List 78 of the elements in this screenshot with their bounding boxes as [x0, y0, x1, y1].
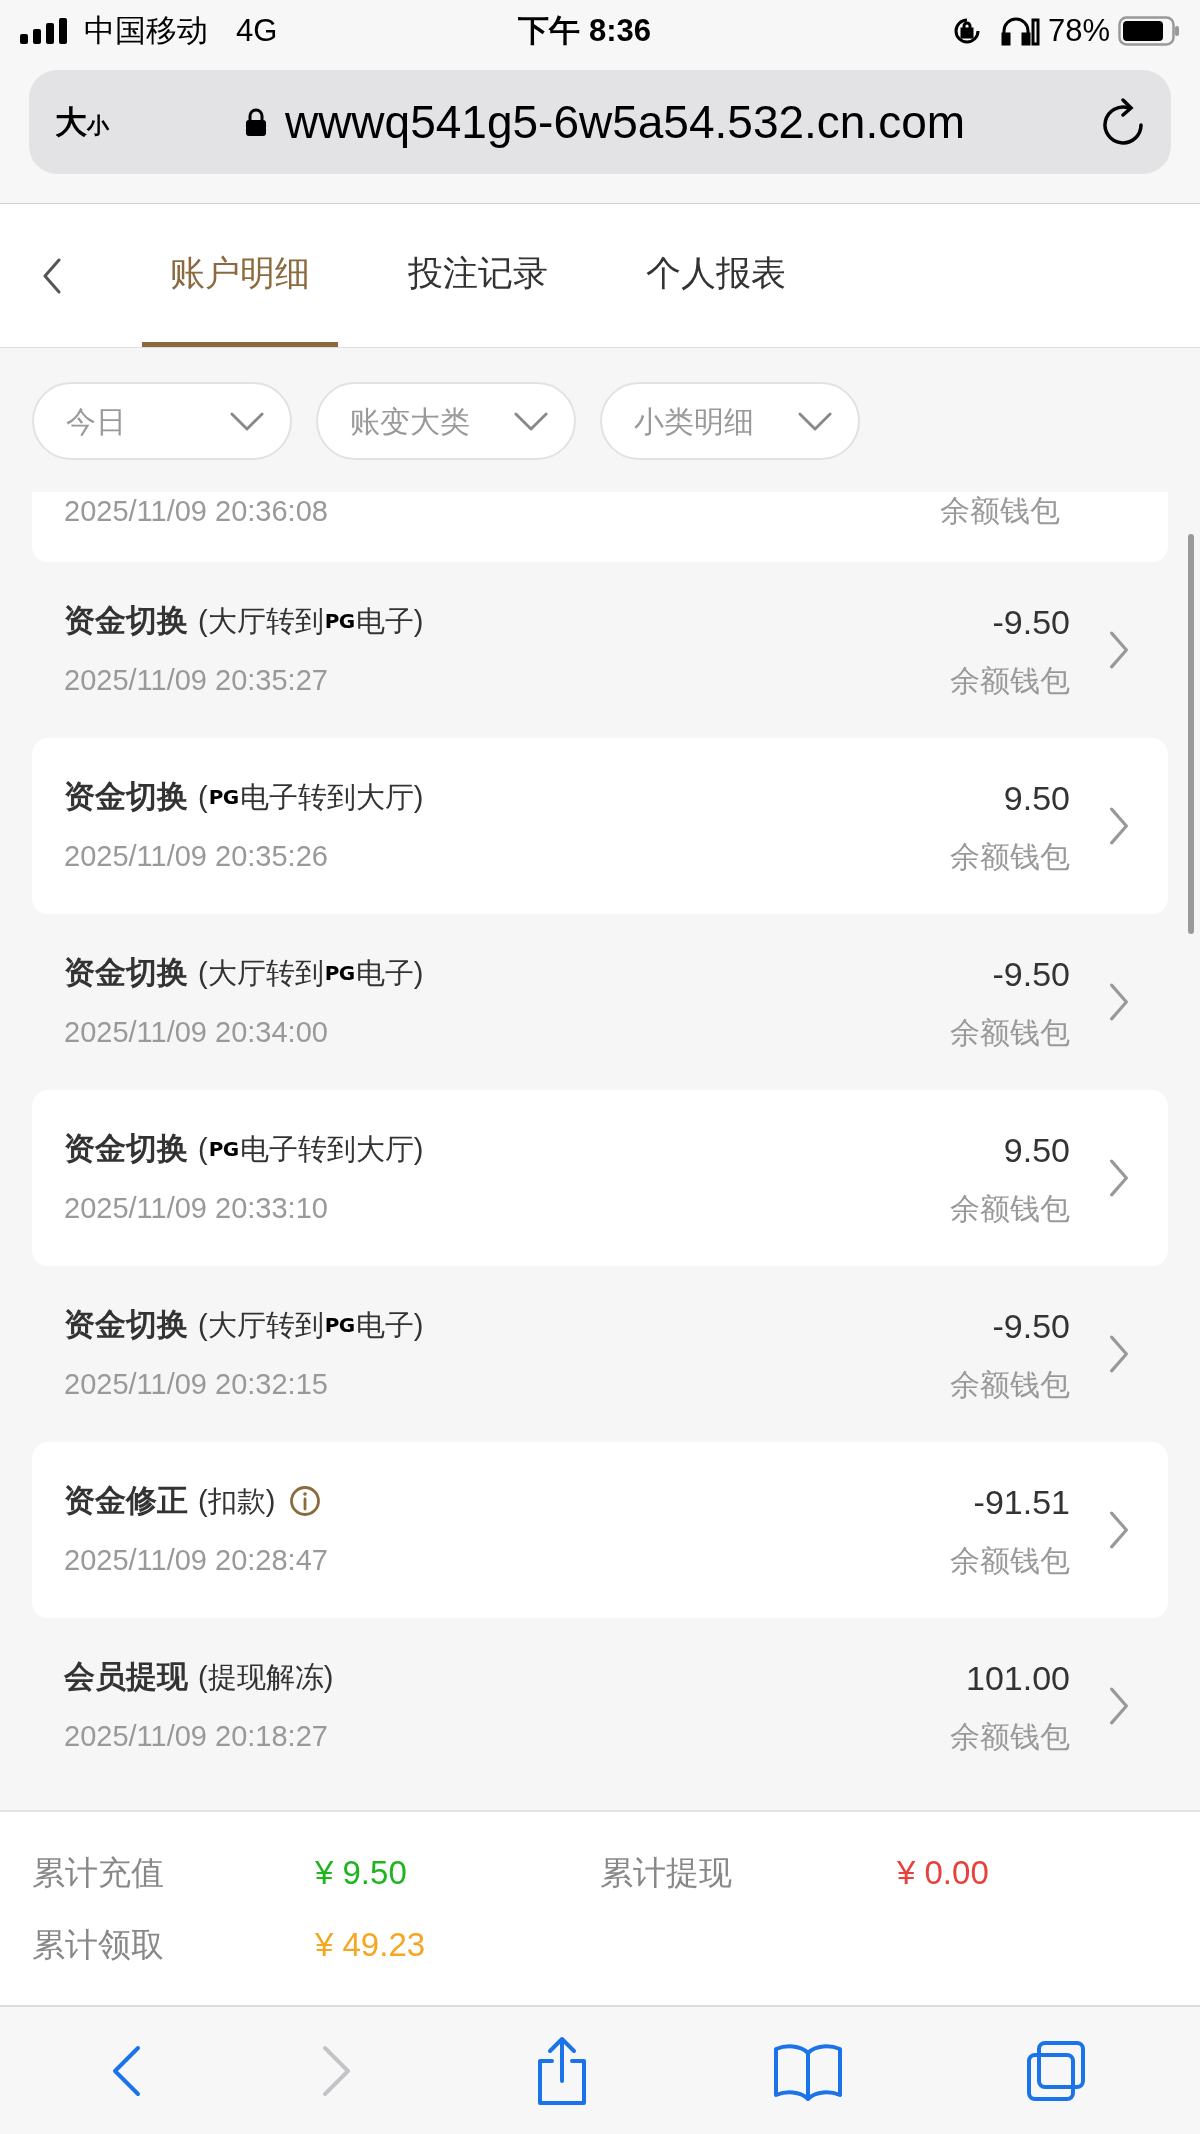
caret-icon — [798, 411, 832, 431]
record-row[interactable]: 会员提现 (提现解冻) 2025/11/09 20:18:27 101.00 余额钱包 — [32, 1618, 1168, 1794]
record-time: 2025/11/09 20:34:00 — [64, 1014, 329, 1050]
clock-time: 下午 8:36 — [518, 11, 651, 50]
summary-label: 累计提现 — [600, 1853, 733, 1893]
record-card[interactable]: 资金切换 (PG电子转到大厅) 2025/11/09 20:35:26 9.50 余额钱包 — [32, 738, 1168, 914]
record-note: (大厅转到PG电子) — [198, 603, 424, 639]
carrier-name: 中国移动 — [84, 11, 208, 50]
wallet-label: 余额钱包 — [950, 663, 1070, 699]
record-amount: 9.50 — [1003, 778, 1070, 819]
summary-label: 累计领取 — [32, 1924, 165, 1965]
record-title: 资金切换 — [64, 602, 188, 640]
record-card[interactable]: 资金切换 (PG电子转到大厅) 2025/11/09 20:33:10 9.50 余额钱包 — [32, 1090, 1168, 1266]
address-bar[interactable]: 大小 wwwq541g5-6w5a54.532.cn.com — [29, 70, 1171, 174]
wallet-label: 余额钱包 — [950, 839, 1070, 875]
chevron-right-icon — [1108, 1511, 1130, 1549]
record-note: (大厅转到PG电子) — [198, 1307, 424, 1343]
summary-label: 累计充值 — [32, 1853, 165, 1893]
chevron-right-icon — [1108, 1687, 1130, 1725]
record-amount: -9.50 — [992, 1306, 1070, 1347]
record-row[interactable]: 资金切换 (大厅转到PG电子) 2025/11/09 20:35:27 -9.50 余额钱包 — [32, 562, 1168, 738]
wallet-label: 余额钱包 — [950, 1719, 1070, 1755]
tab[interactable]: 投注记录 — [380, 204, 576, 347]
record-note: (扣款) — [198, 1483, 276, 1519]
network-type: 4G — [236, 11, 278, 50]
back-icon — [42, 257, 62, 294]
chevron-right-icon — [1108, 631, 1130, 669]
tab[interactable]: 账户明细 — [142, 204, 338, 347]
summary-value: ¥ 49.23 — [315, 1924, 427, 1965]
record-time: 2025/11/09 20:35:27 — [64, 662, 329, 698]
record-time: 2025/11/09 20:18:27 — [64, 1718, 329, 1754]
wallet-label: 余额钱包 — [950, 1015, 1070, 1051]
chevron-right-icon — [1108, 1335, 1130, 1373]
tab[interactable]: 个人报表 — [618, 204, 814, 347]
url-text: wwwq541g5-6w5a54.532.cn.com — [284, 94, 966, 150]
record-time: 2025/11/09 20:36:08 — [64, 494, 328, 529]
back-icon[interactable] — [110, 2044, 141, 2097]
record-time: 2025/11/09 20:33:10 — [64, 1190, 329, 1226]
record-note: (提现解冻) — [198, 1659, 334, 1695]
chevron-right-icon — [1108, 1159, 1130, 1197]
record-time: 2025/11/09 20:32:15 — [64, 1366, 329, 1402]
record-title: 资金切换 — [64, 1306, 188, 1344]
info-icon[interactable] — [289, 1485, 322, 1518]
record-note: (PG电子转到大厅) — [198, 1131, 424, 1167]
battery-percent: 78% — [1047, 11, 1110, 50]
record-time: 2025/11/09 20:35:26 — [64, 838, 329, 874]
record-amount: 9.50 — [1003, 1130, 1070, 1171]
record-row[interactable]: 资金切换 (大厅转到PG电子) 2025/11/09 20:32:15 -9.50 余额钱包 — [32, 1266, 1168, 1442]
chevron-right-icon — [1108, 807, 1130, 845]
record-time: 2025/11/09 20:28:47 — [64, 1542, 329, 1578]
lock-icon — [244, 107, 267, 137]
battery-icon — [1118, 16, 1180, 46]
wallet-label: 余额钱包 — [950, 1191, 1070, 1227]
record-title: 资金切换 — [64, 954, 188, 992]
record-title: 资金切换 — [64, 778, 188, 816]
record-row[interactable]: 资金切换 (大厅转到PG电子) 2025/11/09 20:34:00 -9.50 余额钱包 — [32, 914, 1168, 1090]
summary-value: ¥ 9.50 — [315, 1853, 408, 1893]
record-title: 资金切换 — [64, 1130, 188, 1168]
record-amount: -9.50 — [992, 602, 1070, 643]
record-note: (PG电子转到大厅) — [198, 779, 424, 815]
wallet-label: 余额钱包 — [950, 1367, 1070, 1403]
caret-icon — [230, 411, 264, 431]
caret-icon — [514, 411, 548, 431]
record-amount: -91.51 — [973, 1482, 1070, 1523]
headphones-icon — [999, 16, 1040, 46]
record-amount: 101.00 — [966, 1658, 1070, 1699]
summary-value: ¥ 0.00 — [897, 1853, 990, 1893]
record-title: 会员提现 — [64, 1658, 188, 1696]
wallet-label: 余额钱包 — [950, 1543, 1070, 1579]
chevron-right-icon — [1108, 983, 1130, 1021]
record-title: 资金修正 — [64, 1482, 188, 1520]
record-card[interactable]: 资金修正 (扣款) 2025/11/09 20:28:47 -91.51 余额钱包 — [32, 1442, 1168, 1618]
wallet-label: 余额钱包 — [940, 493, 1060, 529]
record-note: (大厅转到PG电子) — [198, 955, 424, 991]
text-size-button[interactable]: 大小 — [55, 98, 109, 146]
record-amount: -9.50 — [992, 954, 1070, 995]
signal-icon — [20, 18, 70, 44]
reload-icon[interactable] — [1101, 98, 1145, 146]
